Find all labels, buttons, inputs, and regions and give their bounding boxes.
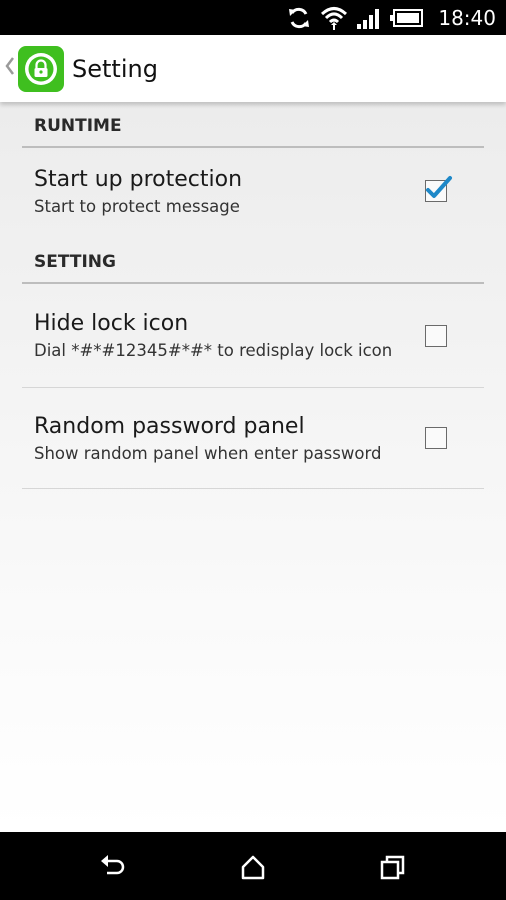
chevron-left-icon[interactable]: [5, 56, 17, 81]
divider: [22, 488, 484, 489]
navigation-bar: [0, 832, 506, 900]
recent-apps-icon[interactable]: [378, 852, 408, 882]
pref-title: Start up protection: [34, 166, 243, 192]
hide-lock-icon-checkbox[interactable]: [425, 324, 447, 347]
pref-summary: Show random panel when enter password: [34, 443, 382, 463]
signal-icon: [356, 6, 382, 30]
section-header-setting: SETTING: [22, 247, 484, 284]
status-bar: 18:40: [0, 0, 506, 35]
pref-summary: Start to protect message: [34, 196, 240, 216]
pref-title: Random password panel: [34, 413, 305, 439]
page-title: Setting: [72, 54, 158, 83]
settings-list: RUNTIME Start up protection Start to pro…: [0, 102, 506, 832]
pref-start-up-protection[interactable]: Start up protection Start to protect mes…: [22, 149, 484, 233]
pref-title: Hide lock icon: [34, 311, 189, 336]
section-header-runtime: RUNTIME: [22, 111, 484, 148]
random-password-panel-checkbox[interactable]: [425, 427, 447, 449]
start-up-protection-checkbox[interactable]: [425, 176, 452, 202]
pref-random-password-panel[interactable]: Random password panel Show random panel …: [22, 388, 484, 488]
back-icon[interactable]: [98, 852, 128, 882]
status-time: 18:40: [438, 5, 496, 30]
action-bar: Setting: [0, 35, 506, 102]
pref-hide-lock-icon[interactable]: Hide lock icon Dial *#*#12345#*#* to red…: [22, 285, 484, 386]
sync-icon: [286, 5, 312, 31]
lock-app-icon[interactable]: [18, 45, 64, 92]
home-icon[interactable]: [238, 852, 268, 882]
battery-icon: [390, 8, 424, 28]
wifi-icon: [320, 5, 348, 31]
checkmark-icon: [426, 176, 452, 198]
pref-summary: Dial *#*#12345#*#* to redisplay lock ico…: [34, 341, 393, 360]
